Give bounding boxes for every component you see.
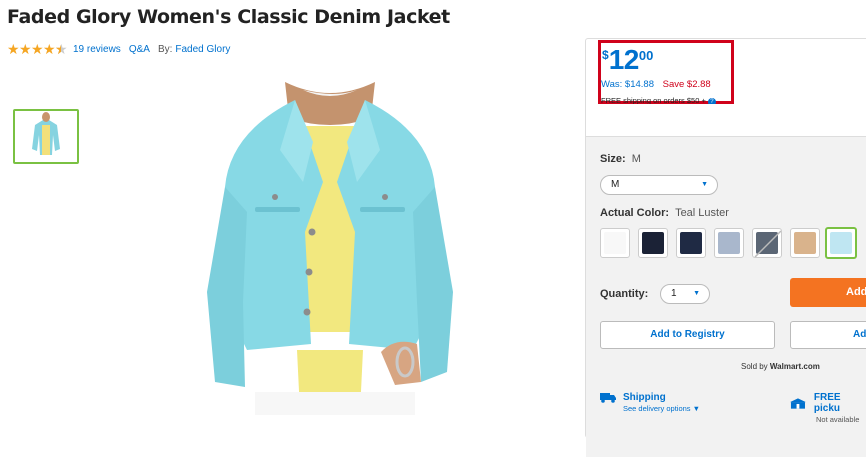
price: $1200 <box>602 46 653 74</box>
price-cents: 00 <box>638 48 654 63</box>
quantity-value: 1 <box>671 288 677 299</box>
was-row: Was: $14.88 Save $2.88 <box>601 79 711 90</box>
thumbnail-image <box>15 111 77 162</box>
sold-by-prefix: Sold by <box>741 362 768 371</box>
add-to-list-button[interactable]: Ad <box>790 321 866 349</box>
reviews-link[interactable]: 19 reviews <box>73 44 121 55</box>
was-price: Was: $14.88 <box>601 79 654 90</box>
product-title: Faded Glory Women's Classic Denim Jacket <box>7 6 450 28</box>
pickup-option[interactable]: FREE picku Not available <box>790 392 866 424</box>
brand-link[interactable]: Faded Glory <box>175 44 230 55</box>
shipping-note: FREE shipping on orders $50 + ? <box>601 96 731 104</box>
star-icon: ★ <box>43 41 56 57</box>
color-label-row: Actual Color: Teal Luster <box>600 207 729 219</box>
star-icon: ★ <box>19 41 32 57</box>
sold-by: Sold by Walmart.com <box>741 362 820 371</box>
star-icon: ★ <box>31 41 44 57</box>
seller-name[interactable]: Walmart.com <box>770 362 820 371</box>
size-select-value: M <box>611 179 620 190</box>
color-swatch-tan[interactable] <box>790 228 820 258</box>
delivery-options-link[interactable]: See delivery options ▼ <box>623 404 700 413</box>
unavailable-slash-icon <box>754 230 781 257</box>
jacket-photo <box>185 82 475 415</box>
add-to-registry-button[interactable]: Add to Registry <box>600 321 775 349</box>
color-value: Teal Luster <box>675 207 729 219</box>
color-swatch-light-wash[interactable] <box>714 228 744 258</box>
color-swatch-teal-luster[interactable] <box>825 227 857 259</box>
save-amount: Save $2.88 <box>662 79 711 90</box>
by-label: By: <box>157 43 173 55</box>
chevron-down-icon: ▼ <box>701 181 708 188</box>
rating-row: ★ ★ ★ ★ ★ 19 reviews Q&A By: Faded Glory <box>7 41 238 57</box>
delivery-options-text: See delivery options <box>623 404 691 413</box>
size-value: M <box>631 153 641 165</box>
size-label-row: Size: M <box>600 153 641 165</box>
color-label: Actual Color: <box>600 207 670 219</box>
price-currency: $ <box>602 48 609 62</box>
pickup-status: Not available <box>816 415 860 424</box>
size-label: Size: <box>600 153 626 165</box>
shipping-note-text: FREE shipping on orders $50 + <box>601 96 706 104</box>
shipping-title: Shipping <box>623 392 666 403</box>
size-select[interactable]: M ▼ <box>600 175 718 195</box>
color-swatch-white[interactable] <box>600 228 630 258</box>
info-icon[interactable]: ? <box>707 98 716 104</box>
star-icon: ★ <box>7 41 20 57</box>
color-swatch-grey-unavailable[interactable] <box>752 228 782 258</box>
qa-link[interactable]: Q&A <box>129 44 150 55</box>
color-swatch-dark-indigo[interactable] <box>638 228 668 258</box>
store-icon <box>790 397 806 409</box>
color-swatch-navy[interactable] <box>676 228 706 258</box>
star-rating[interactable]: ★ ★ ★ ★ ★ <box>7 41 68 57</box>
truck-icon <box>600 393 616 403</box>
star-half-icon: ★ <box>55 42 68 56</box>
shipping-option[interactable]: Shipping See delivery options ▼ <box>600 392 700 413</box>
quantity-label: Quantity: <box>600 288 649 300</box>
product-thumbnail[interactable] <box>13 109 79 164</box>
product-image[interactable] <box>185 82 475 415</box>
add-to-cart-button[interactable]: Add <box>790 278 866 307</box>
pickup-title: FREE picku <box>813 392 841 414</box>
chevron-down-icon: ▼ <box>693 290 700 297</box>
chevron-down-icon: ▼ <box>692 404 701 413</box>
price-dollars: 12 <box>608 44 640 75</box>
quantity-select[interactable]: 1 ▼ <box>660 284 710 304</box>
